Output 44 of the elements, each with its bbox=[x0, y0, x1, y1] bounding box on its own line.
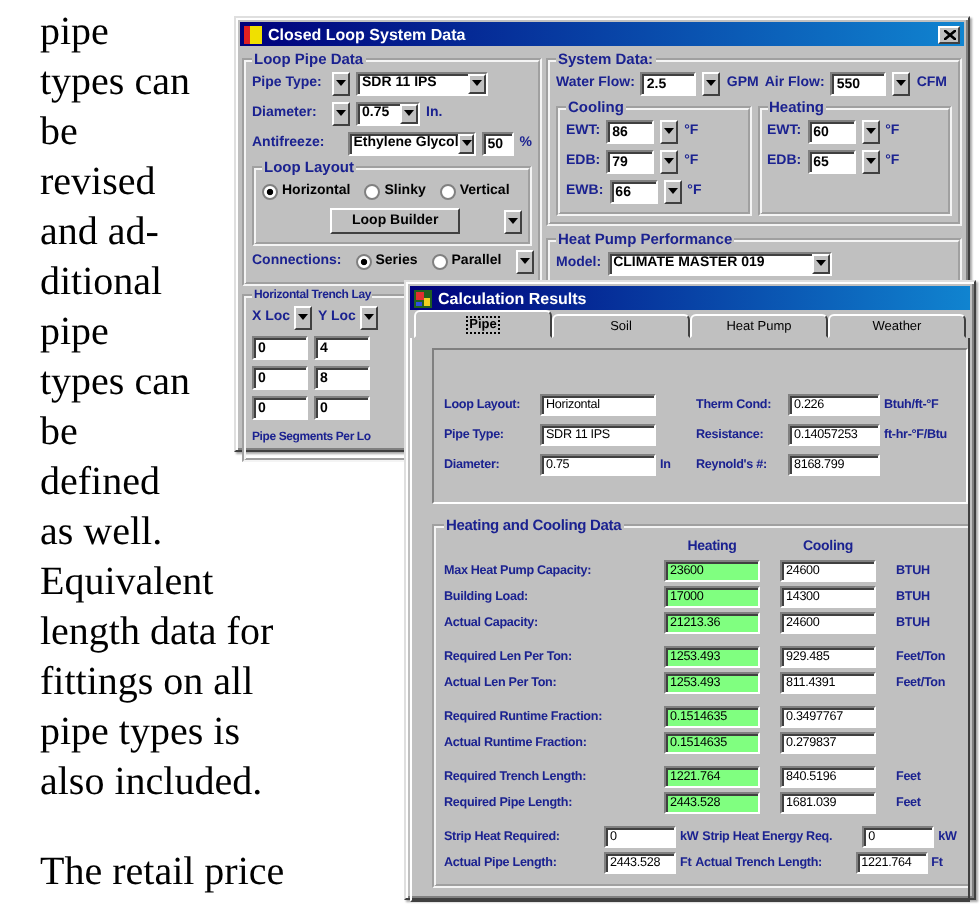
caret-icon bbox=[815, 260, 826, 266]
caret-icon bbox=[508, 218, 518, 224]
window-title: Closed Loop System Data bbox=[268, 25, 466, 43]
dropdown-button[interactable] bbox=[861, 119, 880, 143]
caret-icon bbox=[298, 314, 308, 320]
dropdown-button[interactable] bbox=[892, 71, 911, 95]
caret-icon bbox=[865, 158, 876, 164]
app-icon bbox=[414, 289, 432, 307]
dropdown-button[interactable] bbox=[663, 179, 682, 203]
radio-button[interactable] bbox=[431, 253, 448, 269]
dropdown-button[interactable] bbox=[360, 305, 378, 329]
caret-icon bbox=[667, 188, 678, 194]
radio-button[interactable] bbox=[364, 183, 381, 199]
body-text: Equivalent length data for fittings on all pipe types is also included. bbox=[40, 558, 276, 808]
dropdown-button[interactable] bbox=[332, 71, 350, 95]
caret-icon bbox=[336, 110, 346, 116]
body-text: The retail price bbox=[40, 848, 287, 898]
radio-button[interactable] bbox=[355, 253, 372, 269]
caret-icon bbox=[706, 80, 717, 86]
caret-icon bbox=[896, 80, 907, 86]
close-button[interactable] bbox=[938, 25, 960, 43]
caret-icon bbox=[865, 128, 876, 134]
caret-icon bbox=[664, 158, 675, 164]
caret-icon bbox=[472, 80, 482, 86]
dropdown-button[interactable] bbox=[294, 305, 312, 329]
close-icon bbox=[943, 29, 955, 39]
caret-icon bbox=[519, 258, 530, 264]
dropdown-button[interactable] bbox=[861, 149, 880, 173]
caret-icon bbox=[364, 314, 374, 320]
dropdown-button[interactable] bbox=[702, 71, 721, 95]
dropdown-button[interactable] bbox=[660, 149, 679, 173]
dropdown-button[interactable] bbox=[504, 209, 522, 233]
window-title: Calculation Results bbox=[438, 289, 587, 307]
caret-icon bbox=[461, 140, 472, 146]
caret-icon bbox=[664, 128, 675, 134]
dropdown-button[interactable] bbox=[660, 119, 679, 143]
app-icon bbox=[244, 25, 262, 43]
caret-icon bbox=[336, 80, 346, 86]
caret-icon bbox=[404, 110, 414, 116]
body-text: pipe types can be revised and ad-ditional pipe types can be defined as well. bbox=[40, 8, 192, 558]
dropdown-button[interactable] bbox=[515, 249, 534, 273]
radio-button[interactable] bbox=[439, 183, 456, 199]
dropdown-button[interactable] bbox=[332, 101, 350, 125]
radio-button[interactable] bbox=[262, 183, 278, 199]
